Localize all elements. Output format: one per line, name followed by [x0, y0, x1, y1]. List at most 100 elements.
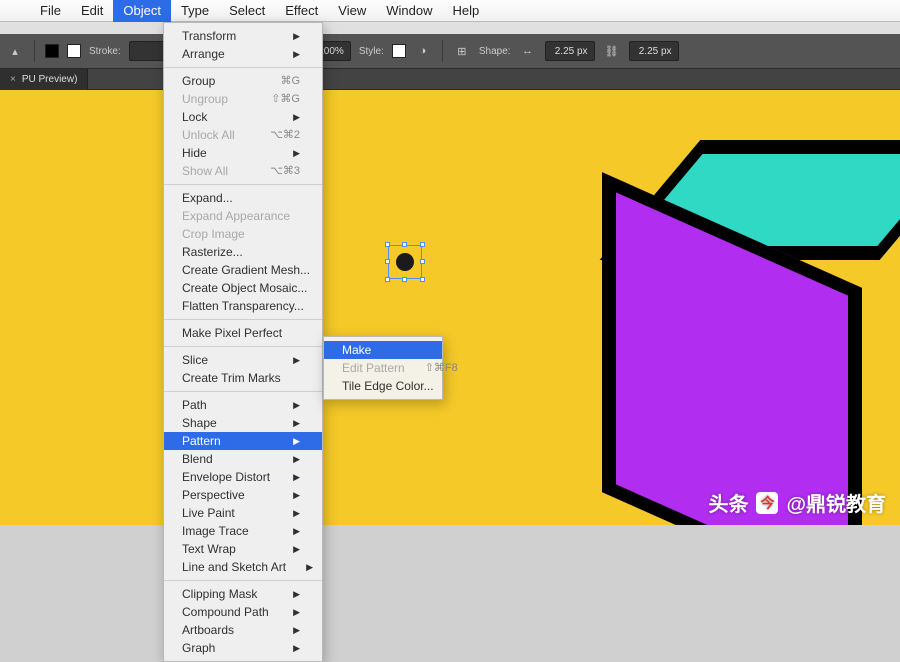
submenu-arrow-icon: ▶ — [293, 450, 300, 468]
watermark-logo-icon: 今 — [756, 492, 778, 514]
menu-item-label: Ungroup — [182, 90, 228, 108]
submenu-arrow-icon: ▶ — [293, 504, 300, 522]
link-wh-icon[interactable]: ⛓ — [603, 42, 621, 60]
submenu-arrow-icon: ▶ — [293, 621, 300, 639]
fill-swatch[interactable] — [45, 44, 59, 58]
object-menu-item[interactable]: Arrange▶ — [164, 45, 322, 63]
submenu-arrow-icon: ▶ — [293, 486, 300, 504]
menu-view[interactable]: View — [328, 0, 376, 22]
menu-item-label: Pattern — [182, 432, 221, 450]
object-menu-item[interactable]: Flatten Transparency... — [164, 297, 322, 315]
object-menu-item[interactable]: Text Wrap▶ — [164, 540, 322, 558]
object-menu-item[interactable]: Compound Path▶ — [164, 603, 322, 621]
object-menu-item[interactable]: Perspective▶ — [164, 486, 322, 504]
stroke-swatch[interactable] — [67, 44, 81, 58]
menu-effect[interactable]: Effect — [275, 0, 328, 22]
resize-handle[interactable] — [402, 277, 407, 282]
object-menu-item[interactable]: Line and Sketch Art▶ — [164, 558, 322, 576]
menu-select[interactable]: Select — [219, 0, 275, 22]
pattern-submenu: MakeEdit Pattern⇧⌘F8Tile Edge Color... — [323, 336, 443, 400]
watermark: 头条 今 @鼎锐教育 — [708, 488, 886, 517]
menu-file[interactable]: File — [30, 0, 71, 22]
submenu-arrow-icon: ▶ — [293, 414, 300, 432]
object-menu-item[interactable]: Path▶ — [164, 396, 322, 414]
app-home-icon[interactable]: ▴ — [6, 42, 24, 60]
object-menu-item[interactable]: Create Object Mosaic... — [164, 279, 322, 297]
artboard[interactable]: 头条 今 @鼎锐教育 — [0, 90, 900, 525]
shape-height-input[interactable]: 2.25 px — [629, 41, 679, 61]
menu-object[interactable]: Object — [113, 0, 171, 22]
object-menu-item[interactable]: Make Pixel Perfect — [164, 324, 322, 342]
submenu-arrow-icon: ▶ — [293, 27, 300, 45]
menu-item-label: Tile Edge Color... — [342, 377, 434, 395]
object-menu-item[interactable]: Create Gradient Mesh... — [164, 261, 322, 279]
width-icon: ↔ — [519, 42, 537, 60]
object-menu-item[interactable]: Envelope Distort▶ — [164, 468, 322, 486]
shape-width-input[interactable]: 2.25 px — [545, 41, 595, 61]
menu-item-label: Create Object Mosaic... — [182, 279, 307, 297]
object-menu-item[interactable]: Create Trim Marks — [164, 369, 322, 387]
object-menu-item[interactable]: Lock▶ — [164, 108, 322, 126]
object-menu-item[interactable]: Live Paint▶ — [164, 504, 322, 522]
pattern-submenu-item: Edit Pattern⇧⌘F8 — [324, 359, 442, 377]
object-menu-item[interactable]: Shape▶ — [164, 414, 322, 432]
menu-window[interactable]: Window — [376, 0, 442, 22]
tab-close-icon[interactable]: × — [10, 69, 16, 91]
submenu-arrow-icon: ▶ — [293, 432, 300, 450]
resize-handle[interactable] — [420, 277, 425, 282]
align-icon[interactable]: ⊞ — [453, 42, 471, 60]
submenu-arrow-icon: ▶ — [293, 639, 300, 657]
object-menu-item: Show All⌥⌘3 — [164, 162, 322, 180]
object-menu-item: Crop Image — [164, 225, 322, 243]
object-menu-item[interactable]: Rasterize... — [164, 243, 322, 261]
object-menu-item: Ungroup⇧⌘G — [164, 90, 322, 108]
menu-item-label: Crop Image — [182, 225, 245, 243]
watermark-author: @鼎锐教育 — [786, 488, 886, 517]
menu-item-label: Rasterize... — [182, 243, 243, 261]
submenu-arrow-icon: ▶ — [293, 351, 300, 369]
object-menu-item[interactable]: Clipping Mask▶ — [164, 585, 322, 603]
document-tab-1[interactable]: × PU Preview) — [0, 69, 88, 91]
recolor-icon[interactable]: ◑ — [414, 42, 432, 60]
menu-edit[interactable]: Edit — [71, 0, 113, 22]
object-menu-item[interactable]: Graph▶ — [164, 639, 322, 657]
menu-item-label: Unlock All — [182, 126, 235, 144]
resize-handle[interactable] — [385, 277, 390, 282]
object-menu-item[interactable]: Transform ▶ — [164, 27, 322, 45]
object-menu-item[interactable]: Slice▶ — [164, 351, 322, 369]
menu-item-label: Lock — [182, 108, 207, 126]
menu-item-label: Make — [342, 341, 371, 359]
selected-object[interactable] — [388, 245, 422, 279]
graphic-style-swatch[interactable] — [392, 44, 406, 58]
object-menu-item[interactable]: Artboards ▶ — [164, 621, 322, 639]
resize-handle[interactable] — [420, 259, 425, 264]
menu-item-label: Clipping Mask — [182, 585, 257, 603]
resize-handle[interactable] — [385, 242, 390, 247]
resize-handle[interactable] — [402, 242, 407, 247]
pattern-submenu-item[interactable]: Make — [324, 341, 442, 359]
menu-item-label: Blend — [182, 450, 213, 468]
tab-label: PU Preview) — [22, 69, 78, 91]
object-menu-item[interactable]: Group⌘G — [164, 72, 322, 90]
menu-item-label: Transform — [182, 27, 236, 45]
menu-item-label: Envelope Distort — [182, 468, 270, 486]
object-menu-item[interactable]: Blend ▶ — [164, 450, 322, 468]
submenu-arrow-icon: ▶ — [293, 396, 300, 414]
shape-label: Shape: — [479, 46, 511, 57]
pattern-submenu-item[interactable]: Tile Edge Color... — [324, 377, 442, 395]
menu-item-label: Artboards — [182, 621, 234, 639]
ellipse-shape[interactable] — [396, 253, 414, 271]
object-menu-item[interactable]: Pattern ▶ — [164, 432, 322, 450]
object-menu-item[interactable]: Expand... — [164, 189, 322, 207]
resize-handle[interactable] — [385, 259, 390, 264]
menu-type[interactable]: Type — [171, 0, 219, 22]
menu-item-label: Make Pixel Perfect — [182, 324, 282, 342]
resize-handle[interactable] — [420, 242, 425, 247]
menu-item-label: Create Gradient Mesh... — [182, 261, 310, 279]
object-menu-item[interactable]: Hide▶ — [164, 144, 322, 162]
menu-item-label: Group — [182, 72, 215, 90]
menu-help[interactable]: Help — [442, 0, 489, 22]
menu-item-shortcut: ⇧⌘F8 — [425, 359, 458, 377]
menu-item-label: Flatten Transparency... — [182, 297, 304, 315]
object-dropdown-menu: Transform▶Arrange▶Group⌘GUngroup⇧⌘GLock▶… — [163, 22, 323, 662]
